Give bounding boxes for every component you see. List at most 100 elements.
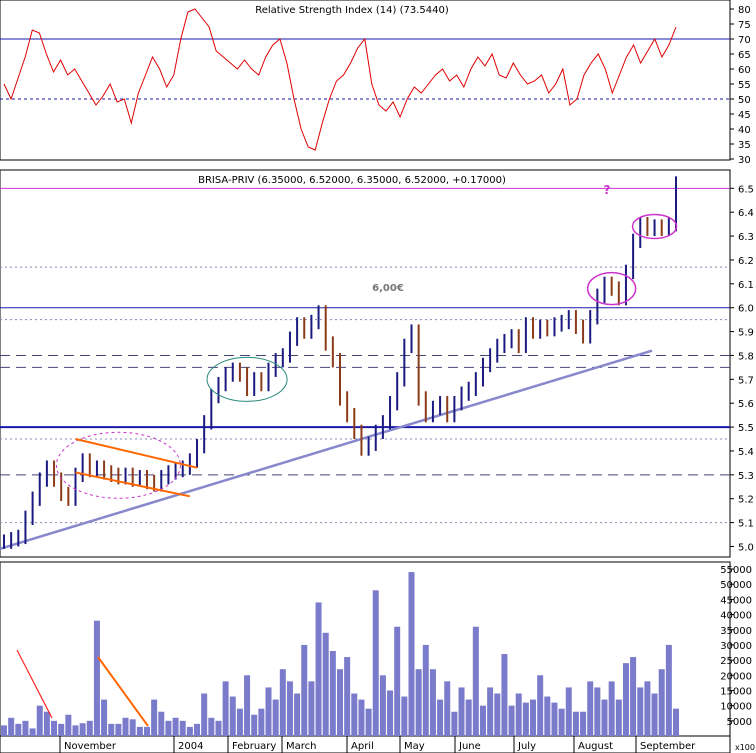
price-annotations [55,213,678,499]
x-axis-label: March [286,741,316,752]
volume-bar [565,687,572,736]
volume-bar [1,725,7,736]
volume-bar [544,696,551,736]
volume-bar [51,720,58,736]
volume-bar [673,708,679,736]
price-trendline [0,349,653,551]
price-tick-label: 5.1 [738,519,754,530]
volume-bar [115,723,122,736]
volume-bar [279,669,286,736]
volume-bar [444,681,451,736]
volume-bar [508,705,515,736]
volume-bar [43,711,50,736]
volume-bar [265,687,272,736]
volume-bar [644,681,651,736]
price-panel [0,169,731,558]
volume-bar [322,632,329,736]
volume-bar [36,705,43,736]
price-title: BRISA-PRIV (6.35000, 6.52000, 6.35000, 6… [198,175,506,186]
x-axis-label: November [64,741,117,752]
volume-tick-label: 5000 [727,717,752,728]
volume-bar [136,726,143,736]
volume-bar [501,654,508,736]
volume-bar [258,708,265,736]
volume-bar [58,723,65,736]
volume-bar [65,714,72,736]
rsi-tick-label: 60 [738,65,751,76]
volume-bar [179,720,186,736]
volume-bar [251,714,258,736]
volume-bar [186,726,193,736]
price-tick-label: 6.1 [738,280,754,291]
price-tick-label: 5.5 [738,423,754,434]
rsi-tick-label: 55 [738,80,751,91]
volume-bar [408,572,415,736]
rsi-tick-label: 45 [738,110,751,121]
volume-bar [286,681,293,736]
volume-bar [437,699,444,736]
volume-bar [472,626,479,736]
volume-tick-label: 10000 [720,702,752,713]
x-axis-label: June [458,741,481,752]
volume-trend-marks [16,649,149,727]
x-axis-label: September [640,741,696,752]
volume-bar [522,702,529,736]
volume-bar [415,669,422,736]
volume-bar [558,708,565,736]
x-axis-label: May [404,741,425,752]
volume-bar [658,669,665,736]
rsi-tick-label: 75 [738,20,751,31]
price-tick-label: 6.2 [738,256,754,267]
pattern-ellipse-flag [55,431,181,499]
price-tick-label: 5.4 [738,447,754,458]
volume-bar [15,723,22,736]
volume-bar [465,699,472,736]
volume-bar [372,590,379,736]
volume-bar [222,681,229,736]
rsi-y-axis: 30 35 40 45 50 55 60 65 70 75 80 [730,5,751,166]
volume-bar [429,669,436,736]
volume-bar [422,644,429,736]
volume-tick-label: 15000 [720,686,752,697]
volume-bar [337,669,343,736]
volume-bar [158,711,165,736]
price-tick-label: 6.0 [738,304,754,315]
volume-bar [229,696,236,736]
volume-bar [580,711,587,736]
volume-bar [358,699,365,736]
rising-support-trendline [0,349,653,551]
volume-unit-label: x100 [735,743,755,752]
price-tick-label: 5.2 [738,495,754,506]
price-support-lines [0,187,730,524]
volume-bar [587,681,594,736]
volume-bar [651,693,658,736]
rsi-tick-label: 50 [738,95,751,106]
rsi-tick-label: 65 [738,50,751,61]
volume-bar [165,720,172,736]
volume-bar [244,675,251,736]
rsi-tick-label: 30 [738,155,751,166]
volume-bar [22,720,29,736]
rsi-series [3,8,677,151]
volume-bar [451,711,458,736]
price-tick-label: 6.5 [738,184,754,195]
volume-tick-label: 35000 [720,626,752,637]
volume-bar [93,620,100,736]
x-axis-label: 2004 [178,741,203,752]
volume-tick-label: 25000 [720,656,752,667]
volume-bar [551,702,558,736]
rsi-panel [0,0,731,161]
price-tick-label: 5.3 [738,471,754,482]
x-axis-label: February [232,741,276,752]
x-axis-label: April [351,741,374,752]
volume-bar [294,693,301,736]
volume-bar [387,690,394,736]
price-y-axis: 5.0 5.1 5.2 5.3 5.4 5.5 5.6 5.7 5.8 5.9 6.0 6.1 6.2 6… [730,184,754,553]
volume-bar [172,717,179,736]
volume-bar [194,723,201,736]
volume-bar [479,705,486,736]
volume-bar [394,626,401,736]
volume-bar [615,699,622,736]
volume-bar [329,651,336,736]
volume-downtrend-line [16,649,53,719]
